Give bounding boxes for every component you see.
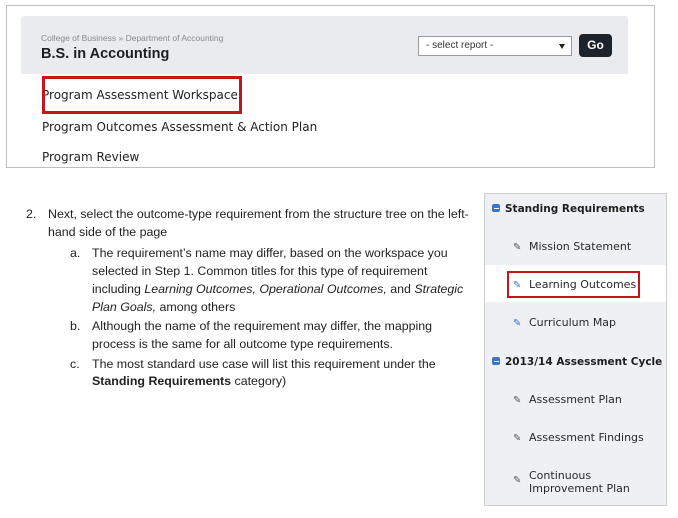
program-title: B.S. in Accounting [41, 46, 170, 62]
sub-item-text: Although the name of the requirement may… [92, 319, 433, 351]
instructions: 2. Next, select the outcome-type require… [26, 206, 476, 393]
sub-item-text: and [386, 281, 415, 296]
pencil-icon: ✎ [513, 318, 522, 329]
sub-item: a. The requirement’s name may differ, bas… [26, 245, 476, 316]
step-number: 2. [26, 207, 37, 221]
category-label: 2013/14 Assessment Cycle [505, 356, 663, 368]
tree-item-assessment-plan[interactable]: ✎ Assessment Plan [513, 393, 622, 406]
tree-item-assessment-findings[interactable]: ✎ Assessment Findings [513, 431, 644, 444]
menu-item-program-review[interactable]: Program Review [42, 150, 139, 164]
sub-item: b. Although the name of the requirement m… [26, 318, 476, 353]
collapse-icon[interactable] [492, 357, 500, 365]
tree-item-label: Continuous Improvement Plan [529, 469, 630, 495]
sub-item-text: Standing Requirements [92, 374, 232, 389]
sub-item-list: a. The requirement’s name may differ, bas… [26, 245, 476, 391]
sub-item-text: The most standard use case will list thi… [92, 356, 436, 371]
go-button[interactable]: Go [579, 34, 612, 57]
tree-item-label: Assessment Plan [529, 393, 622, 406]
warning-edit-icon: ✎ [513, 395, 522, 406]
sub-item-text: among others [156, 299, 236, 314]
tree-category-standing-requirements[interactable]: Standing Requirements [492, 203, 645, 215]
report-select[interactable]: - select report - [418, 36, 572, 56]
collapse-icon[interactable] [492, 204, 500, 212]
warning-edit-icon: ✎ [513, 433, 522, 444]
program-header: College of Business » Department of Acco… [21, 16, 628, 74]
category-label: Standing Requirements [505, 203, 645, 215]
sub-item-text: category) [231, 374, 287, 389]
tree-item-mission-statement[interactable]: ✎ Mission Statement [513, 240, 631, 253]
highlight-box [507, 271, 640, 298]
tree-item-continuous-improvement-plan[interactable]: ✎ Continuous Improvement Plan [513, 469, 665, 495]
tree-item-label: Curriculum Map [529, 316, 617, 329]
structure-tree: Standing Requirements ✎ Mission Statement… [484, 193, 667, 506]
breadcrumb[interactable]: College of Business » Department of Acco… [41, 33, 223, 43]
report-select-value: - select report - [426, 40, 494, 51]
warning-edit-icon: ✎ [513, 242, 522, 253]
tree-item-label: Mission Statement [529, 240, 632, 253]
sub-item-letter: a. [70, 246, 81, 261]
portal-screenshot: College of Business » Department of Acco… [6, 5, 655, 168]
tree-category-assessment-cycle[interactable]: 2013/14 Assessment Cycle [492, 356, 662, 368]
chevron-down-icon [559, 44, 565, 49]
tree-item-label: Assessment Findings [529, 431, 644, 444]
sub-item: c. The most standard use case will list t… [26, 356, 476, 391]
sub-item-letter: c. [70, 356, 80, 371]
menu-item-program-outcomes-assessment[interactable]: Program Outcomes Assessment & Action Pla… [42, 120, 317, 134]
step-2: 2. Next, select the outcome-type require… [26, 206, 476, 241]
sub-item-text: Learning Outcomes, Operational Outcomes, [144, 281, 387, 296]
highlight-box [42, 76, 242, 114]
sub-item-letter: b. [70, 319, 81, 334]
tree-item-curriculum-map[interactable]: ✎ Curriculum Map [513, 316, 616, 329]
warning-edit-icon: ✎ [513, 475, 522, 486]
step-text: Next, select the outcome-type requiremen… [48, 207, 469, 239]
